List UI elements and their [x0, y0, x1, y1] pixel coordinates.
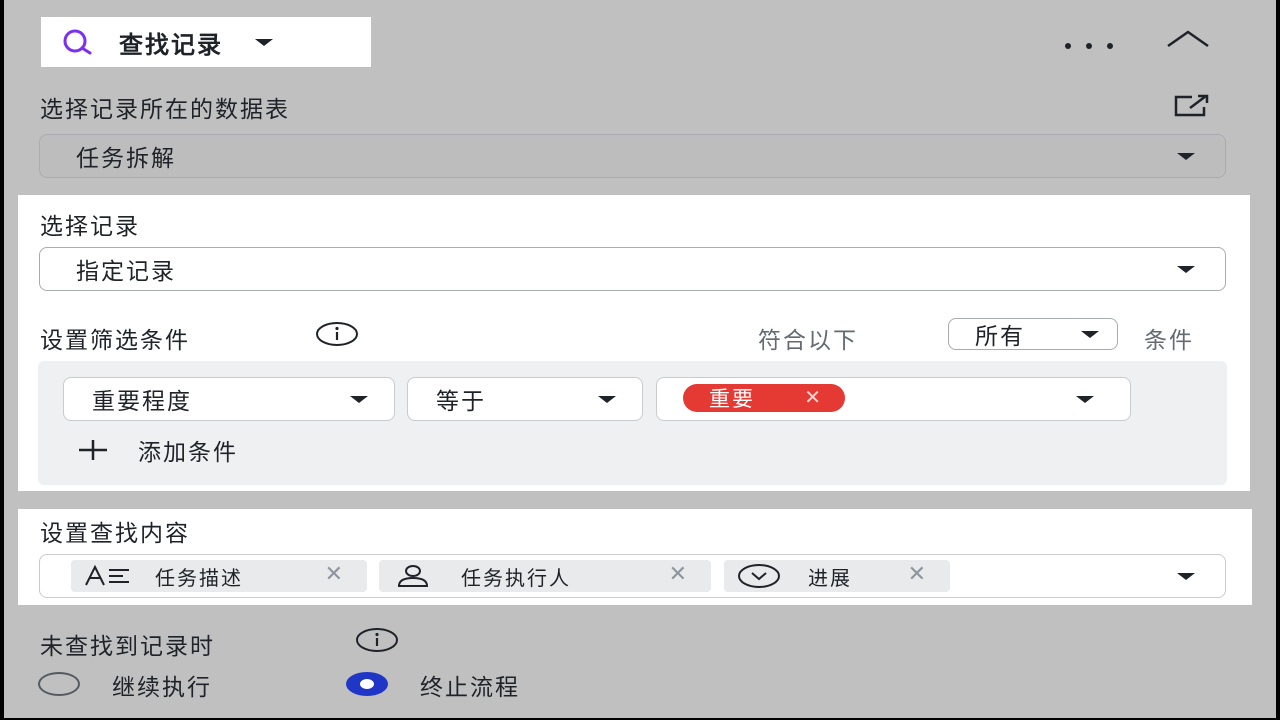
text-field-icon: [83, 564, 133, 588]
person-icon: [395, 564, 431, 588]
condition-field-select[interactable]: 重要程度: [63, 377, 395, 421]
table-select-value: 任务拆解: [76, 146, 176, 172]
radio-terminate[interactable]: 终止流程: [346, 670, 606, 701]
chevron-down-icon: [1177, 266, 1195, 273]
table-select[interactable]: 任务拆解: [39, 134, 1226, 178]
value-tag-label: 重要: [709, 387, 755, 411]
find-record-panel: 查找记录 选择记录所在的数据表 任务拆解 选择记录 指定记录 设置筛选条件 符合…: [4, 0, 1276, 718]
condition-value-select[interactable]: 重要 ✕: [656, 377, 1131, 421]
content-card: 设置查找内容 任务描述 ✕ 任务执行人 ✕ 进展 ✕: [18, 509, 1252, 605]
condition-operator-select[interactable]: 等于: [407, 377, 643, 421]
plus-icon: [76, 438, 110, 462]
match-select[interactable]: 所有: [948, 318, 1118, 350]
field-chip-label: 任务描述: [155, 565, 243, 590]
condition-operator-value: 等于: [436, 389, 486, 415]
not-found-label: 未查找到记录时: [40, 634, 215, 660]
radio-terminate-label: 终止流程: [420, 675, 520, 701]
record-label: 选择记录: [40, 214, 140, 240]
content-label: 设置查找内容: [40, 521, 190, 547]
add-condition-button[interactable]: 添加条件: [76, 433, 238, 467]
radio-continue-label: 继续执行: [112, 675, 212, 701]
record-card: 选择记录 指定记录 设置筛选条件 符合以下 所有 条件 重要程度 等于 重要 ✕…: [18, 195, 1250, 491]
dropdown-circle-icon: [736, 563, 782, 589]
close-icon[interactable]: ✕: [908, 562, 928, 587]
field-chip-label: 进展: [808, 565, 852, 590]
chevron-down-icon: [1076, 396, 1094, 403]
radio-circle: [38, 672, 80, 696]
match-suffix: 条件: [1144, 328, 1194, 354]
record-select-value: 指定记录: [76, 259, 176, 285]
value-tag: 重要 ✕: [683, 384, 845, 412]
chevron-down-icon: [350, 396, 368, 403]
close-icon[interactable]: ✕: [804, 385, 823, 409]
chevron-down-icon: [1177, 153, 1195, 160]
radio-dot: [360, 679, 374, 689]
chevron-down-icon: [255, 38, 273, 46]
node-type-selector[interactable]: 查找记录: [41, 17, 371, 67]
collapse-icon[interactable]: [1164, 28, 1212, 54]
info-icon[interactable]: [354, 627, 400, 657]
field-chip: 任务执行人 ✕: [379, 560, 711, 592]
add-condition-label: 添加条件: [138, 440, 238, 466]
search-icon: [55, 27, 103, 57]
match-select-value: 所有: [975, 324, 1025, 350]
close-icon[interactable]: ✕: [325, 562, 345, 587]
radio-circle-selected: [346, 672, 388, 696]
chevron-down-icon: [598, 396, 616, 403]
filter-conditions: 重要程度 等于 重要 ✕ 添加条件: [38, 361, 1227, 485]
filter-label: 设置筛选条件: [40, 328, 190, 354]
radio-continue[interactable]: 继续执行: [38, 670, 288, 701]
chevron-down-icon: [1177, 573, 1195, 580]
table-label: 选择记录所在的数据表: [40, 97, 290, 123]
match-prefix: 符合以下: [758, 328, 858, 354]
info-icon[interactable]: [314, 321, 360, 351]
more-icon[interactable]: [1062, 36, 1116, 55]
field-chip: 任务描述 ✕: [71, 560, 367, 592]
chevron-down-icon: [1081, 331, 1099, 338]
field-chip-label: 任务执行人: [461, 565, 571, 590]
close-icon[interactable]: ✕: [669, 562, 689, 587]
record-select[interactable]: 指定记录: [39, 247, 1226, 291]
node-title: 查找记录: [119, 30, 223, 59]
field-chip: 进展 ✕: [724, 560, 950, 592]
condition-field-value: 重要程度: [92, 389, 192, 415]
content-fields-select[interactable]: 任务描述 ✕ 任务执行人 ✕ 进展 ✕: [39, 554, 1226, 598]
external-link-icon[interactable]: [1170, 92, 1214, 124]
